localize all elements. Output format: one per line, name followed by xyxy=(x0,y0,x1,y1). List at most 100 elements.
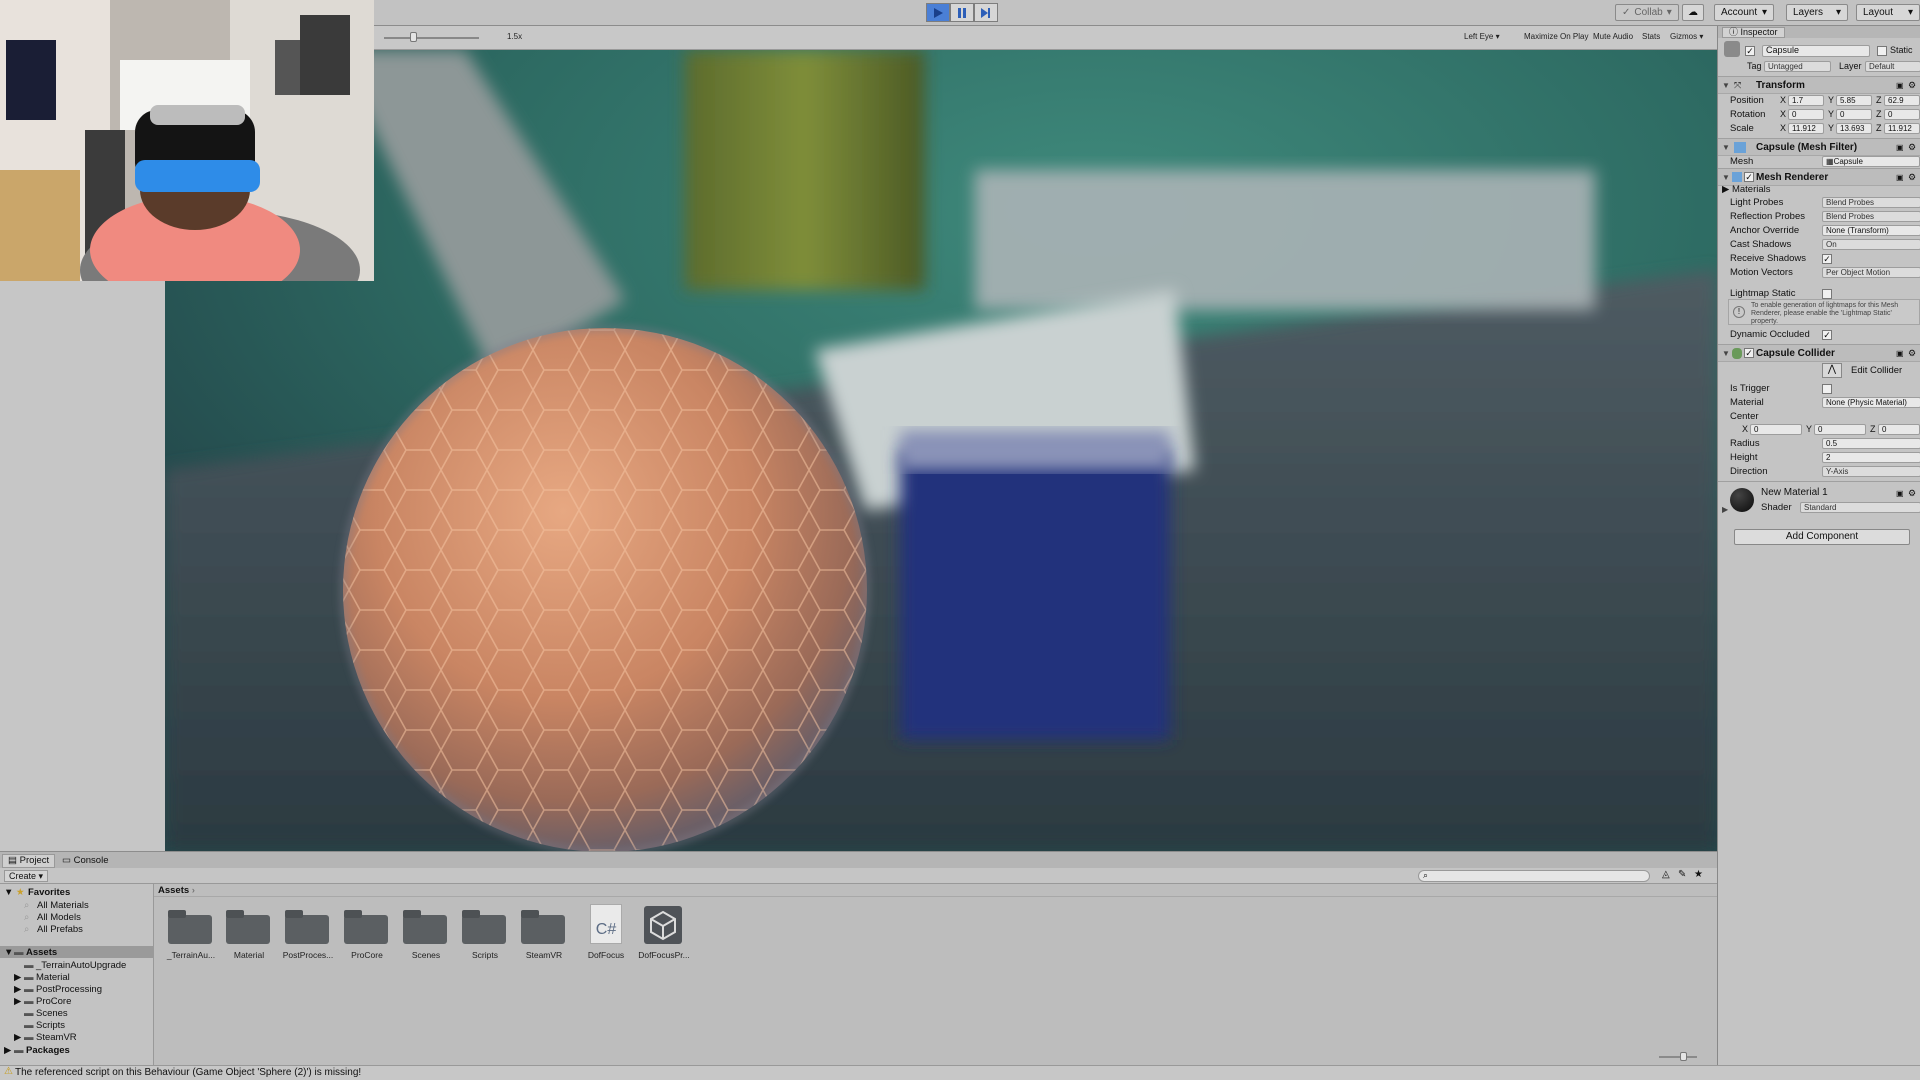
favorite-item[interactable]: All Models xyxy=(37,912,81,923)
reflection-probes-dropdown[interactable]: Blend Probes xyxy=(1822,211,1920,222)
scale-slider-track[interactable] xyxy=(384,37,479,39)
maximize-on-play-toggle[interactable]: Maximize On Play xyxy=(1524,32,1588,41)
create-dropdown[interactable]: Create ▾ xyxy=(4,870,49,882)
component-settings-icon[interactable]: ⚙ xyxy=(1908,80,1916,91)
scale-y-field[interactable]: 13.693 xyxy=(1836,123,1872,134)
layout-dropdown[interactable]: Layout ▾ xyxy=(1856,4,1920,21)
component-settings-icon[interactable]: ⚙ xyxy=(1908,488,1916,499)
motion-vectors-dropdown[interactable]: Per Object Motion xyxy=(1822,267,1920,278)
mesh-field[interactable]: ▦Capsule xyxy=(1822,156,1920,167)
status-bar[interactable]: ⚠ The referenced script on this Behaviou… xyxy=(0,1065,1920,1080)
layers-dropdown[interactable]: Layers ▾ xyxy=(1786,4,1848,21)
asset-item[interactable]: Material xyxy=(226,910,272,980)
pause-button[interactable] xyxy=(950,3,974,22)
asset-item[interactable]: DofFocusPr... xyxy=(638,904,690,980)
layer-dropdown[interactable]: Default xyxy=(1865,61,1920,72)
collapsed-triangle-icon[interactable]: ▶ xyxy=(14,1032,21,1043)
tree-folder-item[interactable]: SteamVR xyxy=(36,1032,77,1043)
add-component-button[interactable]: Add Component xyxy=(1734,529,1910,545)
center-z-field[interactable]: 0 xyxy=(1878,424,1920,435)
tab-project[interactable]: ▤ Project xyxy=(2,854,56,868)
favorites-label[interactable]: Favorites xyxy=(28,887,70,898)
component-help-icon[interactable]: ▣ xyxy=(1896,349,1904,358)
display-dropdown[interactable]: Left Eye ▾ xyxy=(1464,32,1500,41)
breadcrumb[interactable]: Assets › xyxy=(158,885,195,896)
shader-dropdown[interactable]: Standard xyxy=(1800,502,1920,513)
cloud-button[interactable]: ☁ xyxy=(1682,4,1704,21)
position-y-field[interactable]: 5.85 xyxy=(1836,95,1872,106)
asset-item[interactable]: SteamVR xyxy=(521,910,567,980)
static-checkbox[interactable] xyxy=(1877,46,1887,56)
position-z-field[interactable]: 62.9 xyxy=(1884,95,1920,106)
anchor-override-field[interactable]: None (Transform) xyxy=(1822,225,1920,236)
assets-tree-label[interactable]: Assets xyxy=(26,947,57,958)
icon-size-slider-track[interactable] xyxy=(1659,1056,1697,1058)
asset-item[interactable]: ProCore xyxy=(344,910,390,980)
component-help-icon[interactable]: ▣ xyxy=(1896,489,1904,498)
asset-item[interactable]: Scripts xyxy=(462,910,508,980)
scale-x-field[interactable]: 11.912 xyxy=(1788,123,1824,134)
component-settings-icon[interactable]: ⚙ xyxy=(1908,348,1916,359)
rotation-x-field[interactable]: 0 xyxy=(1788,109,1824,120)
capsule-collider-enabled-checkbox[interactable]: ✓ xyxy=(1744,348,1754,358)
step-button[interactable] xyxy=(974,3,998,22)
project-search-input[interactable]: ⌕ xyxy=(1418,870,1650,882)
tree-folder-item[interactable]: PostProcessing xyxy=(36,984,102,995)
asset-item[interactable]: C# DofFocus xyxy=(586,904,632,980)
tree-folder-item[interactable]: ProCore xyxy=(36,996,71,1007)
icon-size-slider-thumb[interactable] xyxy=(1680,1052,1687,1061)
expand-triangle-icon[interactable]: ▼ xyxy=(4,947,13,958)
position-x-field[interactable]: 1.7 xyxy=(1788,95,1824,106)
filter-by-label-icon[interactable]: ✎ xyxy=(1678,869,1686,880)
direction-dropdown[interactable]: Y-Axis xyxy=(1822,466,1920,477)
collapsed-triangle-icon[interactable]: ▶ xyxy=(14,972,21,983)
active-checkbox[interactable]: ✓ xyxy=(1745,46,1755,56)
radius-field[interactable]: 0.5 xyxy=(1822,438,1920,449)
rotation-y-field[interactable]: 0 xyxy=(1836,109,1872,120)
center-x-field[interactable]: 0 xyxy=(1750,424,1802,435)
collab-button[interactable]: ✓ Collab ▾ xyxy=(1615,4,1679,21)
height-field[interactable]: 2 xyxy=(1822,452,1920,463)
rotation-z-field[interactable]: 0 xyxy=(1884,109,1920,120)
favorite-item[interactable]: All Materials xyxy=(37,900,89,911)
edit-collider-button[interactable]: ⋀ xyxy=(1822,363,1842,378)
gizmos-dropdown[interactable]: Gizmos ▾ xyxy=(1670,32,1703,41)
tag-dropdown[interactable]: Untagged xyxy=(1764,61,1831,72)
cast-shadows-dropdown[interactable]: On xyxy=(1822,239,1920,250)
capsule-collider-header[interactable]: ▼ ✓ Capsule Collider ▣ ⚙ xyxy=(1718,344,1920,362)
play-button[interactable] xyxy=(926,3,950,22)
collapsed-triangle-icon[interactable]: ▶ xyxy=(4,1045,11,1056)
stats-toggle[interactable]: Stats xyxy=(1642,32,1660,41)
tree-folder-item[interactable]: Scripts xyxy=(36,1020,65,1031)
mesh-filter-header[interactable]: ▼ Capsule (Mesh Filter) ▣ ⚙ xyxy=(1718,138,1920,156)
is-trigger-checkbox[interactable] xyxy=(1822,384,1832,394)
filter-by-type-icon[interactable]: ◬ xyxy=(1662,869,1670,880)
asset-item[interactable]: Scenes xyxy=(403,910,449,980)
collapsed-triangle-icon[interactable]: ▶ xyxy=(1722,505,1728,514)
asset-item[interactable]: _TerrainAu... xyxy=(167,910,215,980)
expand-triangle-icon[interactable]: ▼ xyxy=(4,887,13,898)
favorite-star-icon[interactable]: ★ xyxy=(1694,869,1703,880)
lightmap-static-checkbox[interactable] xyxy=(1822,289,1832,299)
component-settings-icon[interactable]: ⚙ xyxy=(1908,172,1916,183)
receive-shadows-checkbox[interactable]: ✓ xyxy=(1822,254,1832,264)
transform-header[interactable]: ▼ ⤧ Transform ▣ ⚙ xyxy=(1718,76,1920,94)
game-viewport[interactable] xyxy=(165,50,1717,851)
tree-folder-item[interactable]: _TerrainAutoUpgrade xyxy=(36,960,126,971)
center-y-field[interactable]: 0 xyxy=(1814,424,1866,435)
component-settings-icon[interactable]: ⚙ xyxy=(1908,142,1916,153)
tree-folder-item[interactable]: Scenes xyxy=(36,1008,68,1019)
tab-inspector[interactable]: ⓘ Inspector xyxy=(1722,27,1785,38)
light-probes-dropdown[interactable]: Blend Probes xyxy=(1822,197,1920,208)
account-dropdown[interactable]: Account ▾ xyxy=(1714,4,1774,21)
tree-folder-item[interactable]: Material xyxy=(36,972,70,983)
favorite-item[interactable]: All Prefabs xyxy=(37,924,83,935)
component-help-icon[interactable]: ▣ xyxy=(1896,81,1904,90)
scale-slider-thumb[interactable] xyxy=(410,32,417,42)
collapsed-triangle-icon[interactable]: ▶ xyxy=(14,984,21,995)
materials-foldout[interactable]: ▶ Materials xyxy=(1722,183,1771,196)
asset-item[interactable]: PostProces... xyxy=(283,910,333,980)
packages-tree-label[interactable]: Packages xyxy=(26,1045,70,1056)
mute-audio-toggle[interactable]: Mute Audio xyxy=(1593,32,1633,41)
tab-console[interactable]: ▭ Console xyxy=(62,855,108,866)
